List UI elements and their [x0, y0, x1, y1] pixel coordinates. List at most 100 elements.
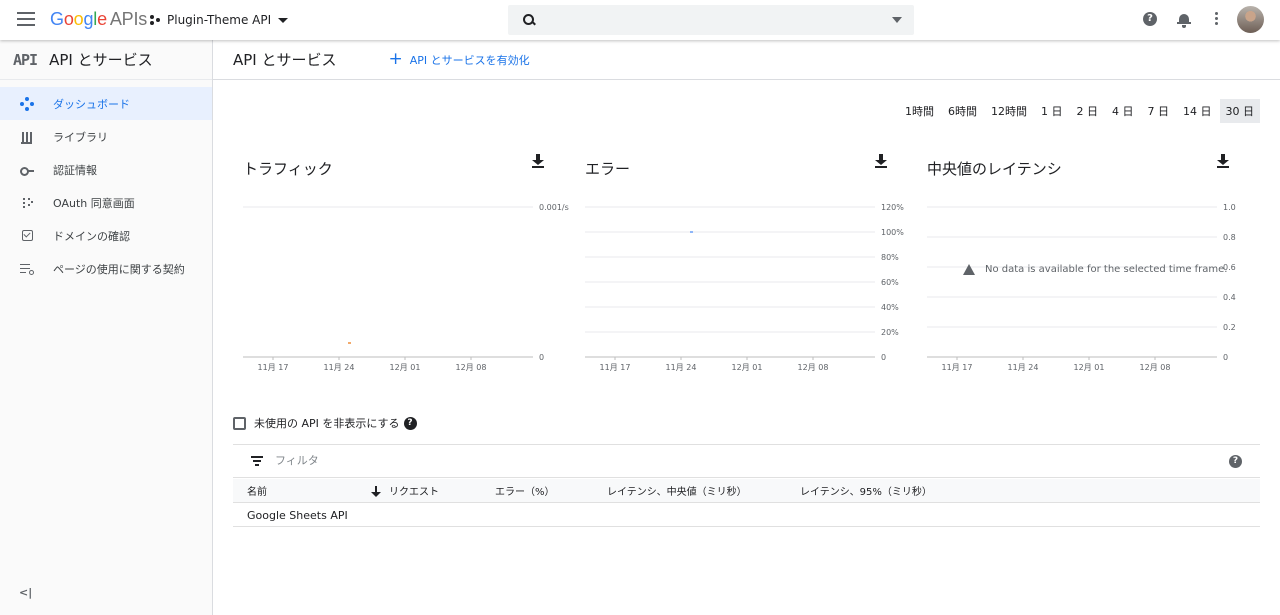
x-tick-label: 12月 01	[732, 363, 763, 372]
settings-list-icon	[20, 262, 34, 276]
y-tick-label: 0	[539, 353, 544, 362]
sidebar-item-page-usage-agreements[interactable]: ページの使用に関する契約	[0, 252, 212, 285]
logo-google: Google	[50, 9, 107, 29]
help-icon[interactable]: ?	[403, 416, 417, 430]
google-apis-logo[interactable]: Google APIs	[50, 9, 147, 30]
y-tick-label: 1.0	[1223, 203, 1236, 212]
latency-chart: 中央値のレイテンシ 1.0 0.8 0.6 0.4 0.2 0 11月 17 11月 24 12…	[927, 150, 1257, 380]
avatar[interactable]	[1237, 6, 1264, 33]
filter-input[interactable]	[275, 455, 575, 467]
range-2d[interactable]: 2 日	[1071, 99, 1105, 123]
y-tick-label: 0.4	[1223, 293, 1236, 302]
download-icon-base	[532, 166, 544, 168]
help-icon[interactable]: ?	[1143, 12, 1157, 26]
y-tick-label: 0	[881, 353, 886, 362]
help-icon[interactable]: ?	[1229, 454, 1242, 468]
search-input[interactable]	[545, 6, 892, 34]
sidebar-item-credentials[interactable]: 認証情報	[0, 153, 212, 186]
sidebar-item-label: ページの使用に関する契約	[53, 262, 185, 276]
y-tick-label: 100%	[881, 228, 904, 237]
chart-title: 中央値のレイテンシ	[927, 160, 1062, 178]
column-latency-median[interactable]: レイテンシ、中央値（ミリ秒）	[607, 483, 747, 498]
column-errors[interactable]: エラー（%）	[495, 483, 555, 498]
x-tick-label: 11月 24	[666, 363, 697, 372]
sidebar-item-domain-verification[interactable]: ドメインの確認	[0, 219, 212, 252]
more-vert-icon[interactable]	[1210, 12, 1222, 28]
checkbox-icon	[22, 230, 33, 241]
x-tick-label: 12月 08	[798, 363, 829, 372]
y-tick-label: 80%	[881, 253, 899, 262]
collapse-sidebar-icon[interactable]: <|	[19, 586, 32, 599]
x-tick-label: 12月 01	[1074, 363, 1105, 372]
no-data-message: No data is available for the selected ti…	[963, 264, 1227, 275]
y-tick-label: 0.001/s	[539, 203, 569, 212]
range-1h[interactable]: 1時間	[899, 99, 940, 123]
x-tick-label: 11月 24	[324, 363, 355, 372]
sidebar-item-dashboard[interactable]: ダッシュボード	[0, 87, 212, 120]
range-30d[interactable]: 30 日	[1219, 99, 1260, 123]
traffic-chart: トラフィック 0.001/s 0 11月 17 11月 24 12月 01 12月 08	[243, 150, 573, 380]
logo-apis: APIs	[109, 9, 148, 29]
sidebar-title: API とサービス	[49, 51, 153, 69]
chart-title: トラフィック	[243, 160, 333, 178]
y-tick-label: 0	[1223, 353, 1228, 362]
x-tick-label: 12月 08	[456, 363, 487, 372]
column-latency-95[interactable]: レイテンシ、95%（ミリ秒）	[800, 483, 932, 498]
search-dropdown-icon[interactable]	[892, 17, 902, 23]
enable-apis-button[interactable]: + API とサービスを有効化	[389, 51, 530, 68]
top-app-bar: Google APIs Plugin-Theme API ?	[0, 0, 1280, 40]
hide-unused-label: 未使用の API を非表示にする	[254, 417, 400, 430]
api-name-cell[interactable]: Google Sheets API	[247, 509, 348, 522]
x-tick-label: 11月 24	[1008, 363, 1039, 372]
sidebar-header: API API とサービス	[0, 40, 212, 80]
sidebar-item-label: ダッシュボード	[53, 97, 130, 111]
latency-chart-plot: 1.00.80.60.40.2011月 17 11月 24 12月 01 12月 08	[927, 203, 1236, 372]
x-tick-label: 11月 17	[600, 363, 631, 372]
plus-icon: +	[388, 49, 403, 69]
range-7d[interactable]: 7 日	[1142, 99, 1176, 123]
time-range-selector: 1時間 6時間 12時間 1 日 2 日 4 日 7 日 14 日 30 日	[897, 99, 1260, 123]
range-12h[interactable]: 12時間	[985, 99, 1033, 123]
oauth-icon	[20, 196, 34, 210]
y-tick-label: 60%	[881, 278, 899, 287]
error-chart: エラー 120% 100% 80% 60% 40% 20% 0 11月 17 11月 24 12月…	[585, 150, 915, 380]
hide-unused-apis: 未使用の API を非表示にする ?	[233, 415, 417, 431]
column-name[interactable]: 名前	[247, 483, 267, 498]
y-tick-label: 0.8	[1223, 233, 1236, 242]
sort-arrow-down-icon	[371, 486, 381, 498]
main-content: API とサービス + API とサービスを有効化 1時間 6時間 12時間 1…	[213, 40, 1280, 615]
hide-unused-checkbox[interactable]	[233, 416, 246, 430]
sidebar-item-label: OAuth 同意画面	[53, 196, 135, 210]
warning-icon	[963, 264, 975, 275]
range-1d[interactable]: 1 日	[1035, 99, 1069, 123]
enable-apis-label: API とサービスを有効化	[409, 53, 530, 67]
x-tick-label: 12月 08	[1140, 363, 1171, 372]
page-title: API とサービス	[233, 51, 337, 69]
filter-icon[interactable]	[251, 456, 263, 466]
range-14d[interactable]: 14 日	[1177, 99, 1218, 123]
range-4d[interactable]: 4 日	[1106, 99, 1140, 123]
notifications-icon[interactable]	[1176, 12, 1192, 28]
menu-icon[interactable]	[17, 12, 35, 26]
y-tick-label: 0.2	[1223, 323, 1236, 332]
api-logo-icon: API	[13, 50, 38, 69]
table-row[interactable]: Google Sheets API	[233, 503, 1260, 527]
error-chart-plot: 120% 100% 80% 60% 40% 20% 0 11月 17 11月 24 12月 01 1…	[585, 203, 904, 372]
chevron-down-icon	[278, 17, 289, 23]
key-icon	[20, 163, 34, 177]
search-bar	[508, 5, 914, 35]
project-icon	[150, 14, 162, 26]
range-6h[interactable]: 6時間	[942, 99, 983, 123]
sidebar-item-label: ライブラリ	[53, 130, 108, 144]
sidebar-item-oauth-consent[interactable]: OAuth 同意画面	[0, 186, 212, 219]
traffic-chart-plot: 0.001/s 0 11月 17 11月 24 12月 01 12月 08	[243, 203, 569, 372]
sidebar-nav: ダッシュボード ライブラリ 認証情報 OAuth 同意画面 ドメインの確認 ペー…	[0, 87, 212, 285]
x-tick-label: 11月 17	[258, 363, 289, 372]
sidebar-item-label: ドメインの確認	[53, 229, 130, 243]
y-tick-label: 120%	[881, 203, 904, 212]
column-requests[interactable]: リクエスト	[371, 483, 439, 498]
sidebar-item-library[interactable]: ライブラリ	[0, 120, 212, 153]
y-tick-label: 20%	[881, 328, 899, 337]
x-tick-label: 12月 01	[390, 363, 421, 372]
project-selector[interactable]: Plugin-Theme API	[150, 11, 289, 29]
